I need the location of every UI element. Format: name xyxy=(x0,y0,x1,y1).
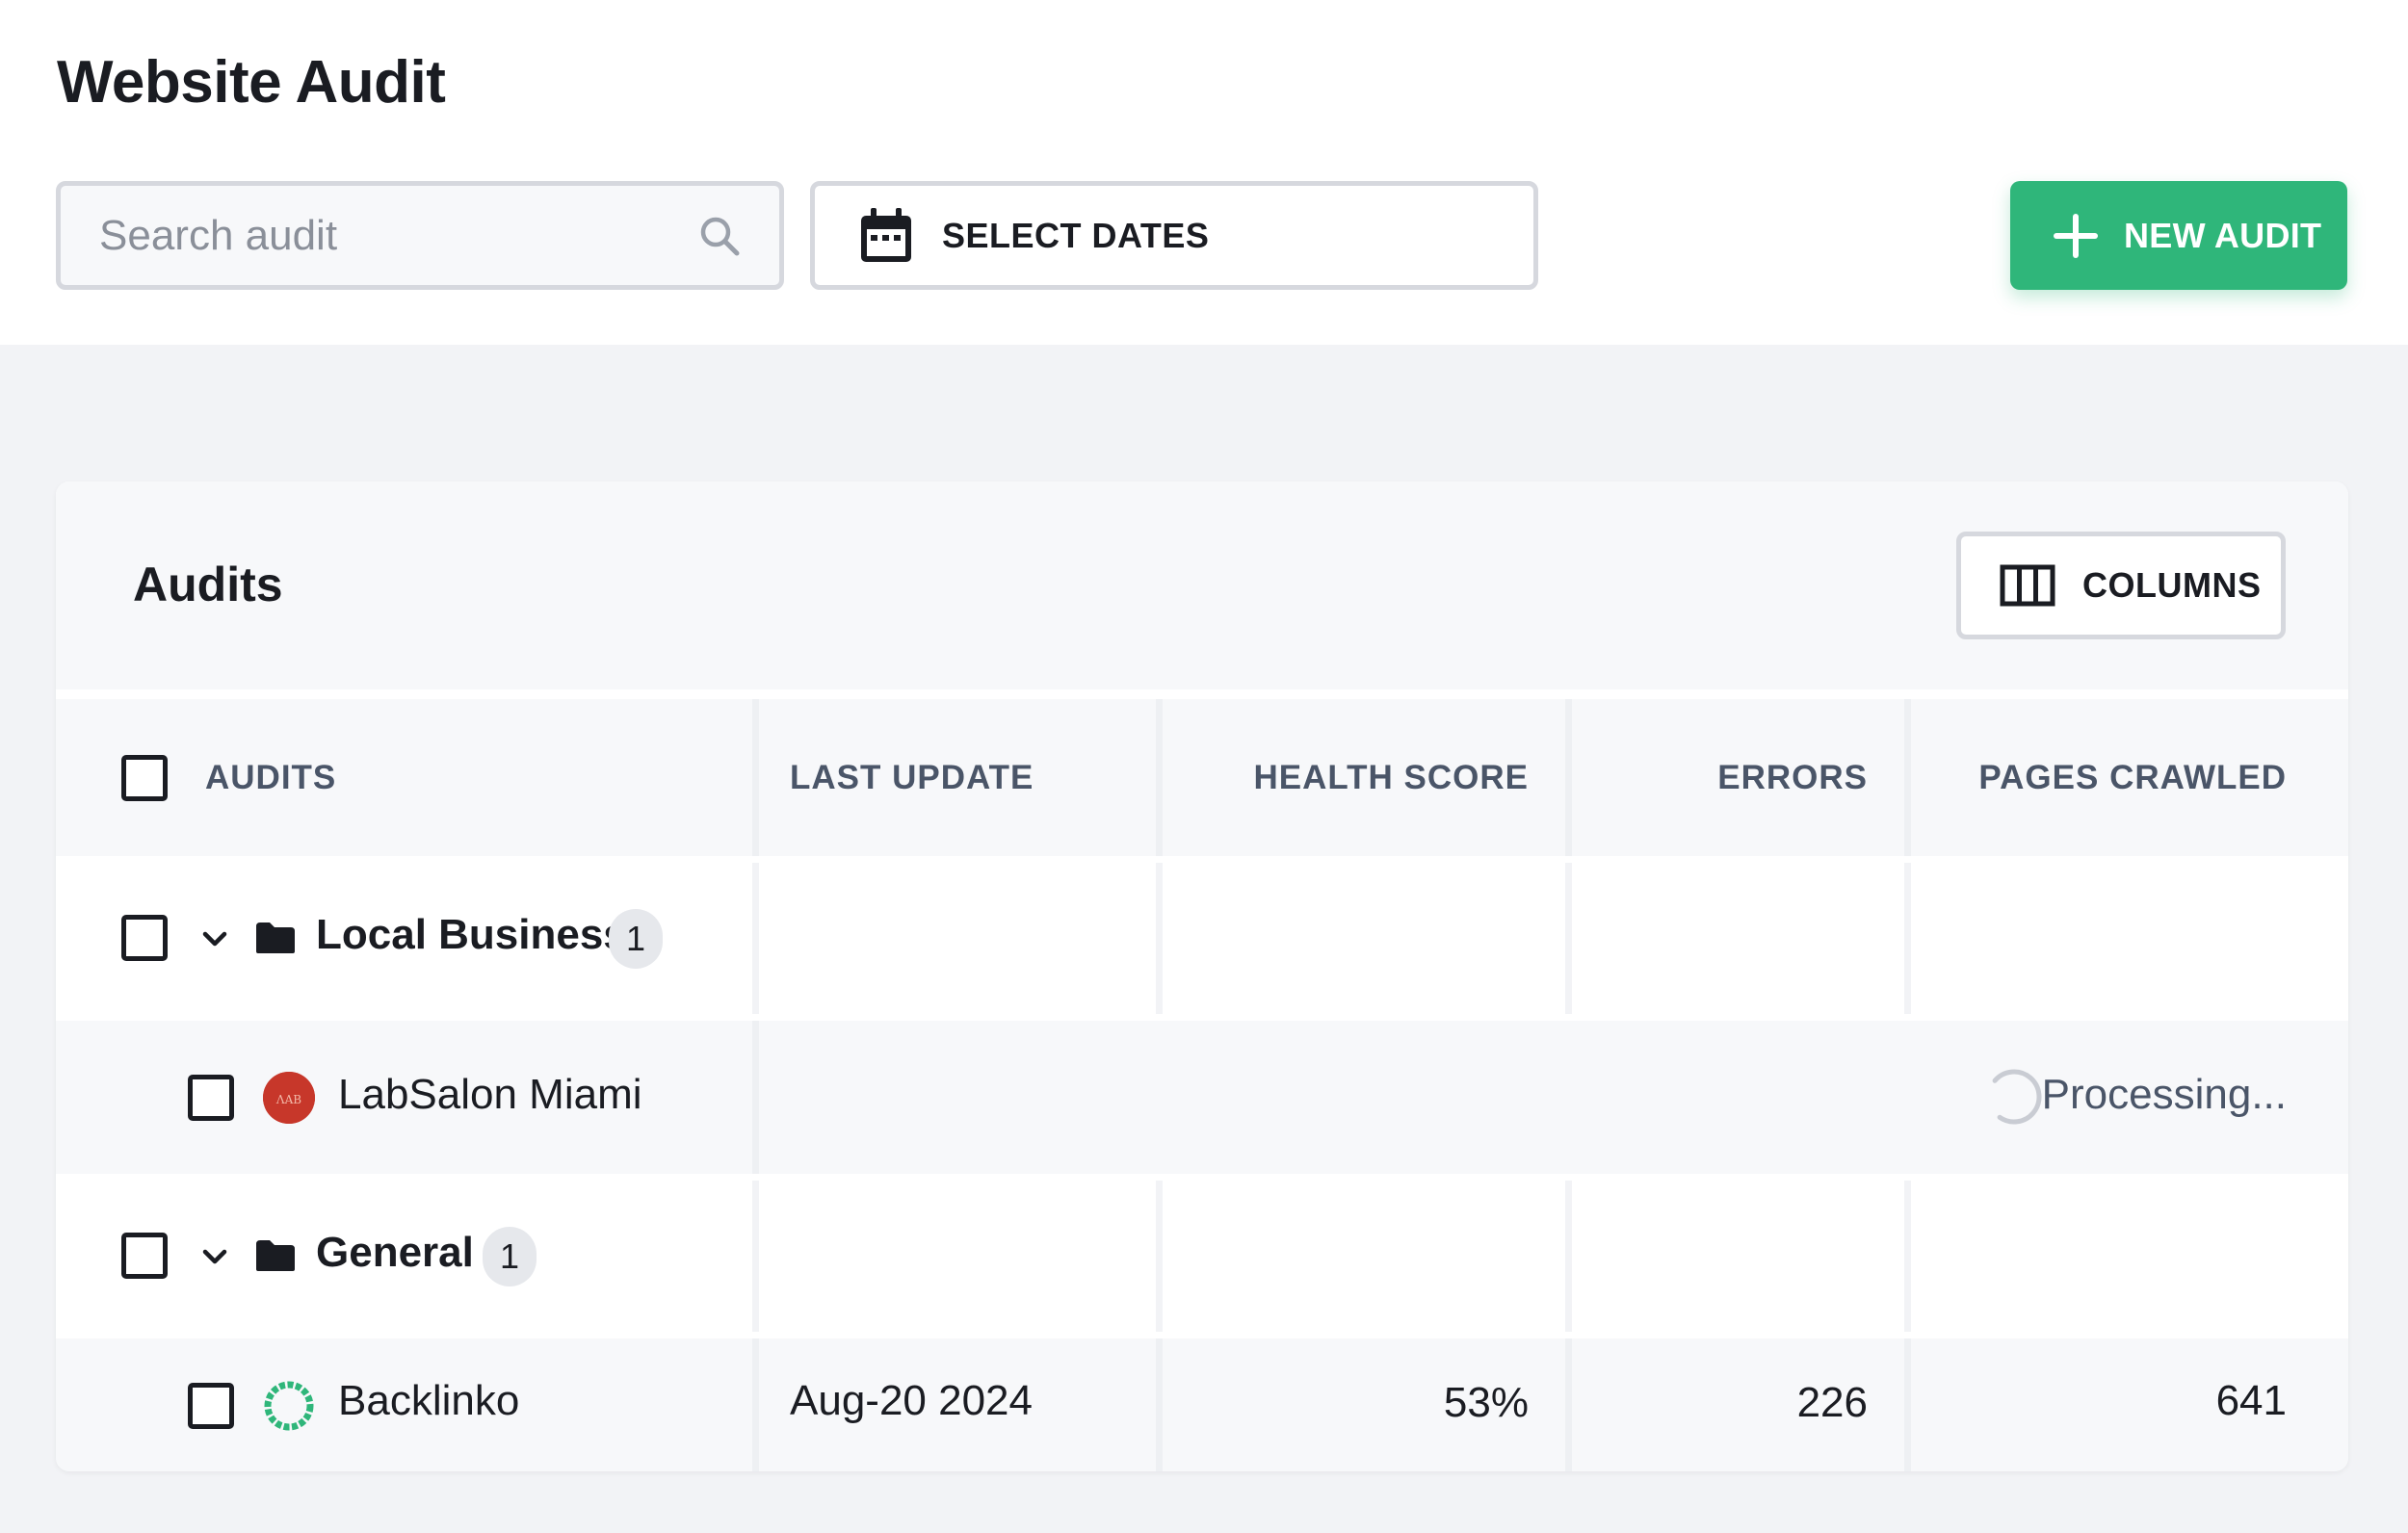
processing-status: Processing... xyxy=(2041,1071,2287,1118)
group-cell-empty xyxy=(759,863,1156,1014)
status-cell: Processing... xyxy=(759,1021,2348,1174)
select-dates-label: SELECT DATES xyxy=(942,215,1210,255)
group-cell: Local Business 1 xyxy=(56,863,752,1014)
header-bar: Website Audit SELECT DATES NEW AUDIT xyxy=(0,0,2408,345)
select-dates-button[interactable]: SELECT DATES xyxy=(810,181,1538,290)
table-header-row: AUDITS LAST UPDATE HEALTH SCORE ERRORS P… xyxy=(56,699,2348,856)
card-title: Audits xyxy=(133,558,283,611)
header-cell-audits: AUDITS xyxy=(56,699,752,856)
group-row[interactable]: General 1 xyxy=(56,1181,2348,1332)
group-cell-empty xyxy=(1911,863,2348,1014)
new-audit-button[interactable]: NEW AUDIT xyxy=(2010,181,2347,290)
group-checkbox[interactable] xyxy=(121,915,168,961)
columns-icon xyxy=(2000,564,2055,607)
group-cell-empty xyxy=(1572,1181,1904,1332)
columns-label: COLUMNS xyxy=(2082,565,2262,605)
audit-name-cell: Backlinko xyxy=(56,1338,752,1471)
search-input[interactable] xyxy=(99,211,696,260)
column-header-health-score[interactable]: HEALTH SCORE xyxy=(1253,759,1529,797)
table-row[interactable]: Backlinko Aug-20 2024 53% 226 641 xyxy=(56,1338,2348,1471)
errors-cell: 226 xyxy=(1572,1338,1904,1471)
folder-icon xyxy=(254,921,297,955)
count-badge: 1 xyxy=(609,909,664,969)
row-checkbox[interactable] xyxy=(188,1075,234,1121)
group-name[interactable]: General xyxy=(316,1229,474,1277)
row-checkbox[interactable] xyxy=(188,1383,234,1429)
header-cell-last-update: LAST UPDATE xyxy=(759,699,1156,856)
pages-crawled-cell: 641 xyxy=(1911,1338,2348,1471)
chevron-down-icon[interactable] xyxy=(197,927,232,950)
group-cell-empty xyxy=(1911,1181,2348,1332)
errors-value[interactable]: 226 xyxy=(1797,1379,1868,1427)
site-avatar: ΛΑΒ xyxy=(263,1072,315,1124)
audit-name-cell: ΛΑΒ LabSalon Miami xyxy=(56,1021,752,1174)
last-update-cell: Aug-20 2024 xyxy=(759,1338,1156,1471)
group-checkbox[interactable] xyxy=(121,1233,168,1279)
audits-card: Audits COLUMNS AUDITS LAST UPDATE HEALTH… xyxy=(56,481,2348,1471)
header-cell-errors: ERRORS xyxy=(1572,699,1904,856)
group-name[interactable]: Local Business xyxy=(316,911,627,959)
column-header-last-update[interactable]: LAST UPDATE xyxy=(790,759,1034,797)
svg-text:ΛΑΒ: ΛΑΒ xyxy=(275,1093,301,1106)
column-header-audits[interactable]: AUDITS xyxy=(205,759,336,797)
search-box[interactable] xyxy=(56,181,784,290)
new-audit-label: NEW AUDIT xyxy=(2124,215,2322,255)
chevron-down-icon[interactable] xyxy=(197,1245,232,1268)
group-row[interactable]: Local Business 1 xyxy=(56,863,2348,1014)
column-header-errors[interactable]: ERRORS xyxy=(1717,759,1868,797)
card-header: Audits COLUMNS xyxy=(56,481,2348,689)
columns-button[interactable]: COLUMNS xyxy=(1956,532,2286,639)
audit-name-link[interactable]: Backlinko xyxy=(338,1377,519,1425)
site-avatar xyxy=(263,1380,315,1432)
health-score-cell: 53% xyxy=(1163,1338,1565,1471)
last-update-value: Aug-20 2024 xyxy=(790,1377,1033,1424)
pages-crawled-value[interactable]: 641 xyxy=(2216,1377,2287,1425)
count-badge: 1 xyxy=(483,1227,537,1286)
group-cell: General 1 xyxy=(56,1181,752,1332)
group-cell-empty xyxy=(1572,863,1904,1014)
audit-name-link[interactable]: LabSalon Miami xyxy=(338,1071,642,1119)
plus-icon xyxy=(2053,213,2099,259)
search-icon[interactable] xyxy=(696,213,743,259)
page-title: Website Audit xyxy=(57,49,446,116)
calendar-icon xyxy=(857,206,915,266)
header-cell-pages-crawled: PAGES CRAWLED xyxy=(1911,699,2348,856)
folder-icon xyxy=(254,1238,297,1273)
select-all-checkbox[interactable] xyxy=(121,755,168,801)
spinner-icon xyxy=(1983,1066,2045,1128)
header-cell-health-score: HEALTH SCORE xyxy=(1163,699,1565,856)
column-header-pages-crawled[interactable]: PAGES CRAWLED xyxy=(1978,759,2287,797)
health-score-value[interactable]: 53% xyxy=(1444,1379,1529,1427)
group-cell-empty xyxy=(1163,863,1565,1014)
group-cell-empty xyxy=(1163,1181,1565,1332)
group-cell-empty xyxy=(759,1181,1156,1332)
table-row[interactable]: ΛΑΒ LabSalon Miami Processing... xyxy=(56,1021,2348,1174)
